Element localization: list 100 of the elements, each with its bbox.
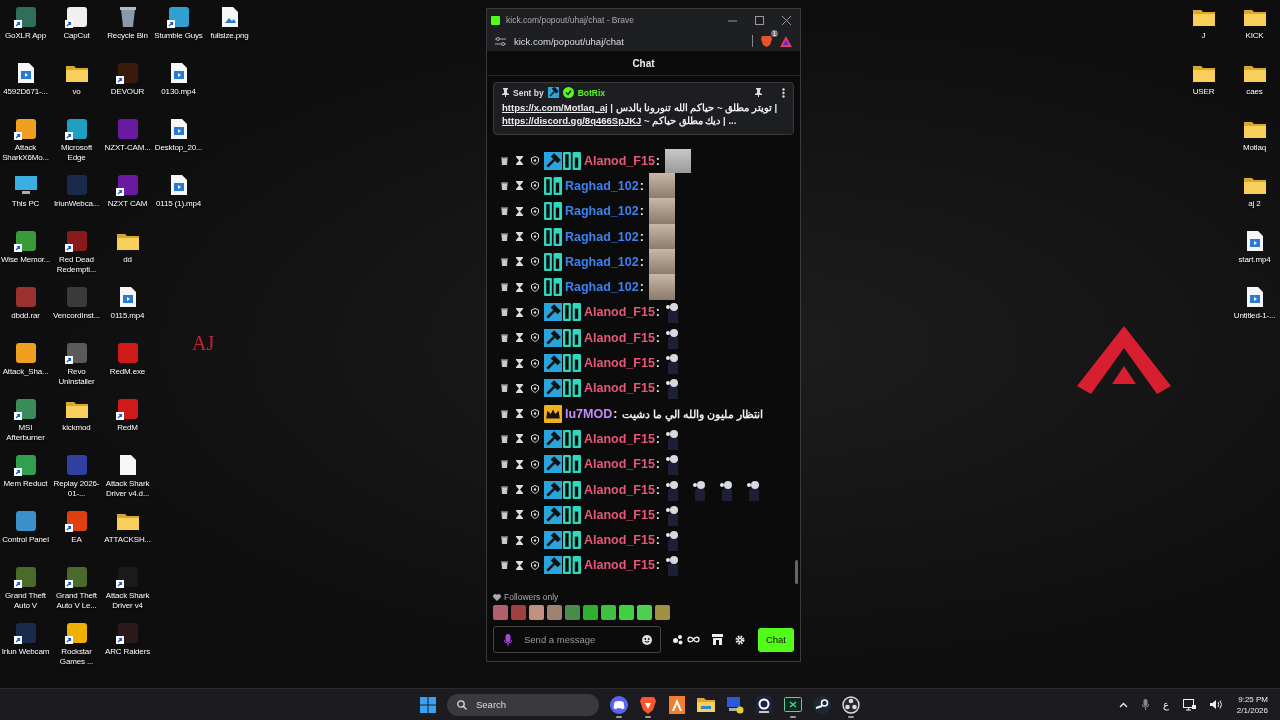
username[interactable]: Alanod_F15 <box>584 533 655 548</box>
username[interactable]: Alanod_F15 <box>584 558 655 573</box>
hourglass-icon[interactable] <box>516 206 523 216</box>
shield-icon[interactable] <box>531 459 539 469</box>
shield-icon[interactable] <box>531 307 539 317</box>
desktop-icon[interactable]: 0130.mp4 <box>153 56 204 112</box>
desktop-icon[interactable]: Recycle Bin <box>102 0 153 56</box>
desktop-icon[interactable]: MSI Afterburner <box>0 392 51 448</box>
emote-thumbnail[interactable] <box>547 605 562 620</box>
desktop-icon[interactable]: Revo Uninstaller <box>51 336 102 392</box>
shield-icon[interactable] <box>531 485 539 494</box>
desktop-icon[interactable]: Microsoft Edge <box>51 112 102 168</box>
username[interactable]: Raghad_102 <box>565 254 639 269</box>
desktop-icon[interactable]: kickmod <box>51 392 102 448</box>
trash-icon[interactable] <box>501 257 508 266</box>
trash-icon[interactable] <box>501 359 508 367</box>
more-options-icon[interactable] <box>782 87 785 98</box>
shield-icon[interactable] <box>531 257 539 267</box>
desktop-icon[interactable]: DEVOUR <box>102 56 153 112</box>
desktop-icon[interactable]: RedM <box>102 392 153 448</box>
desktop-icon[interactable]: Wise Memor... <box>0 224 51 280</box>
desktop-icon[interactable]: 0115.mp4 <box>102 280 153 336</box>
shield-icon[interactable] <box>531 560 539 570</box>
hourglass-icon[interactable] <box>516 333 523 343</box>
trash-icon[interactable] <box>501 333 508 342</box>
shield-icon[interactable] <box>531 434 539 444</box>
desktop-icon[interactable]: EA <box>51 504 102 560</box>
shield-icon[interactable] <box>531 156 539 166</box>
link[interactable]: https://x.com/Motlaq_aj <box>502 102 608 113</box>
desktop-icon[interactable]: dd <box>102 224 153 280</box>
hourglass-icon[interactable] <box>516 358 523 368</box>
desktop-icon[interactable]: Motlaq <box>1229 112 1280 168</box>
username[interactable]: Alanod_F15 <box>584 381 655 396</box>
shield-icon[interactable] <box>531 232 539 242</box>
author-name[interactable]: BotRix <box>577 87 606 98</box>
emote-thumbnail[interactable] <box>565 605 580 620</box>
trash-icon[interactable] <box>501 485 508 494</box>
chevron-up-icon[interactable] <box>1118 701 1128 708</box>
username[interactable]: Alanod_F15 <box>584 482 655 497</box>
dots-infinity-icon[interactable] <box>673 634 700 645</box>
desktop-icon[interactable]: Attack Shark Driver v4 <box>102 560 153 616</box>
desktop-icon[interactable]: Desktop_20... <box>153 112 204 168</box>
username[interactable]: Alanod_F15 <box>584 330 655 345</box>
desktop-icon[interactable]: 0115 (1).mp4 <box>153 168 204 224</box>
message-field[interactable]: Send a message <box>493 626 661 653</box>
clock-date[interactable]: 2/1/2026 <box>1236 704 1268 716</box>
desktop-icon[interactable]: start.mp4 <box>1229 224 1280 280</box>
desktop-icon[interactable]: CapCut <box>51 0 102 56</box>
volume-icon[interactable] <box>1209 699 1223 710</box>
hourglass-icon[interactable] <box>516 156 523 166</box>
username[interactable]: Alanod_F15 <box>584 153 655 168</box>
username[interactable]: Alanod_F15 <box>584 356 655 370</box>
search-field[interactable]: Search <box>447 693 599 716</box>
settings-icon[interactable] <box>735 634 745 645</box>
desktop-icon[interactable]: Stumble Guys <box>153 0 204 56</box>
emote-thumbnail[interactable] <box>493 605 508 620</box>
desktop-icon[interactable]: Control Panel <box>0 504 51 560</box>
desktop-icon[interactable]: KICK <box>1229 0 1280 56</box>
triangle-icon[interactable] <box>780 35 792 47</box>
hourglass-icon[interactable] <box>516 535 523 545</box>
emote-thumbnail[interactable] <box>583 605 598 620</box>
desktop-icon[interactable]: USER <box>1178 56 1229 112</box>
smiley-icon[interactable] <box>642 634 652 645</box>
trash-icon[interactable] <box>501 434 508 443</box>
emote-thumbnail[interactable] <box>619 605 634 620</box>
desktop-icon[interactable]: Attack SharkX6Mo... <box>0 112 51 168</box>
hourglass-icon[interactable] <box>516 434 523 444</box>
trash-icon[interactable] <box>501 510 508 519</box>
desktop-icon[interactable]: 4592D671-... <box>0 56 51 112</box>
sliders-icon[interactable] <box>495 36 506 46</box>
shield-icon[interactable] <box>531 282 539 292</box>
desktop-icon[interactable]: Untitled-1-... <box>1229 280 1280 336</box>
desktop-icon[interactable]: NZXT-CAM... <box>102 112 153 168</box>
desktop-icon[interactable]: Attack_Sha... <box>0 336 51 392</box>
desktop-icon[interactable]: This PC <box>0 168 51 224</box>
hourglass-icon[interactable] <box>516 307 523 317</box>
close-icon[interactable] <box>782 15 791 25</box>
hourglass-icon[interactable] <box>516 560 523 570</box>
desktop-icon[interactable]: dbdd.rar <box>0 280 51 336</box>
desktop-icon[interactable]: Mem Reduct <box>0 448 51 504</box>
address-field[interactable]: kick.com/popout/uhaj/chat <box>514 35 744 47</box>
trash-icon[interactable] <box>501 181 508 190</box>
emote-thumbnail[interactable] <box>529 605 544 620</box>
username[interactable]: Alanod_F15 <box>584 305 655 320</box>
message-input[interactable]: Send a message <box>522 633 632 646</box>
desktop-icon[interactable]: ATTACKSH... <box>102 504 153 560</box>
trash-icon[interactable] <box>501 409 508 418</box>
hourglass-icon[interactable] <box>516 485 523 494</box>
desktop-icon[interactable]: Grand Theft Auto V Le... <box>51 560 102 616</box>
desktop-icon[interactable]: NZXT CAM <box>102 168 153 224</box>
microphone-icon[interactable] <box>1141 699 1149 710</box>
clock-time[interactable]: 9:25 PM <box>1238 693 1268 705</box>
network-icon[interactable] <box>1182 698 1196 711</box>
microphone-icon[interactable] <box>504 633 512 646</box>
hourglass-icon[interactable] <box>516 409 523 419</box>
link[interactable]: https://discord.gg/8q466SpJKJ <box>502 115 642 126</box>
desktop-icon[interactable]: Replay 2026-01-... <box>51 448 102 504</box>
username[interactable]: Alanod_F15 <box>584 431 655 446</box>
trash-icon[interactable] <box>501 283 508 292</box>
desktop-icon[interactable]: Grand Theft Auto V <box>0 560 51 616</box>
